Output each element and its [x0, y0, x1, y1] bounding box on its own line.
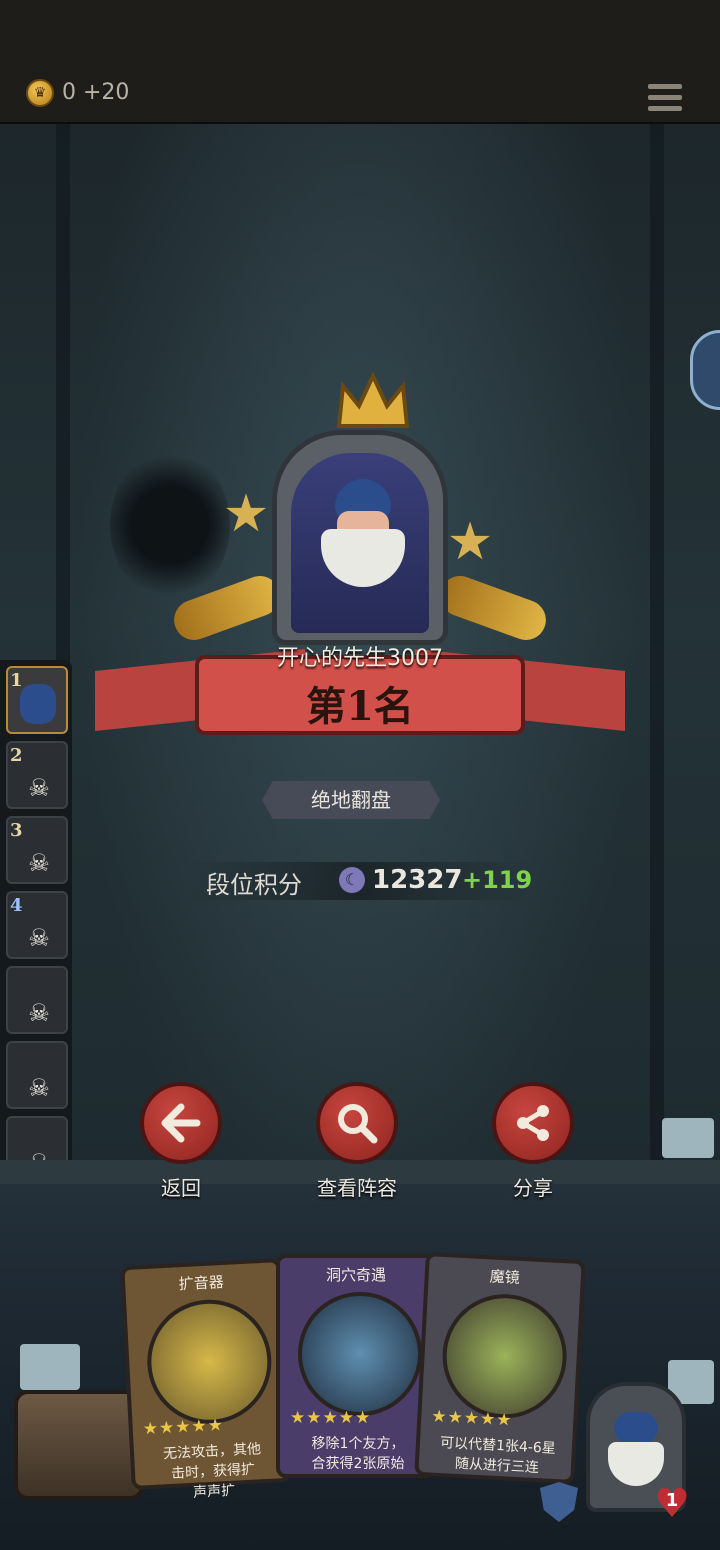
crown-icon [336, 372, 410, 428]
score-delta: +119 [462, 866, 533, 894]
menu-icon [648, 84, 682, 89]
magnifier-icon [338, 1104, 378, 1144]
share-button[interactable] [492, 1082, 574, 1164]
candles [662, 1118, 714, 1158]
score-value: 12327 [372, 865, 463, 895]
player-name: 开心的先生3007 [277, 646, 443, 671]
view-lineup-label: 查看阵容 [317, 1176, 397, 1200]
back-arrow-icon [161, 1103, 201, 1143]
back-label: 返回 [161, 1176, 201, 1200]
rank-slot[interactable]: 1 [6, 666, 68, 734]
rank-slot[interactable]: ☠ [6, 1041, 68, 1109]
card-art [144, 1296, 275, 1427]
view-lineup-button[interactable] [316, 1082, 398, 1164]
avatar [20, 684, 56, 724]
moon-icon: ☾ [339, 867, 365, 893]
coin-counter: 0 +20 [62, 80, 130, 105]
wall-crack [110, 450, 230, 600]
crown-coin-icon: ♛ [26, 79, 54, 107]
score-label: 段位积分 [206, 871, 302, 899]
star-icon: ★ [446, 512, 494, 572]
skull-icon: ☠ [28, 774, 50, 802]
top-bar [0, 0, 720, 124]
rank-label: 第1名 [306, 683, 414, 730]
rank-slot[interactable]: 4 ☠ [6, 891, 68, 959]
back-button[interactable] [140, 1082, 222, 1164]
star-icon: ★ [222, 484, 270, 544]
card-art [298, 1292, 422, 1416]
winner-portrait [272, 430, 448, 645]
card-art [439, 1291, 570, 1422]
treasure-chest[interactable] [14, 1390, 144, 1500]
rank-slot[interactable]: 2 ☠ [6, 741, 68, 809]
card-magic-mirror[interactable]: 魔镜 ★★★★★ 可以代替1张4-6星 随从进行三连 [414, 1251, 586, 1485]
skull-icon: ☠ [28, 924, 50, 952]
share-icon [517, 1105, 549, 1141]
share-label: 分享 [513, 1176, 553, 1200]
candles [20, 1344, 80, 1390]
lives-count: 1 [665, 1490, 679, 1511]
card-megaphone[interactable]: 扩音器 ★★★★★ 无法攻击，其他 击时，获得扩 声声扩 [120, 1257, 292, 1501]
beard [321, 529, 405, 587]
title-tag: 绝地翻盘 [262, 781, 440, 819]
menu-button[interactable] [648, 84, 682, 114]
skull-icon: ☠ [28, 999, 50, 1027]
rank-slot[interactable]: 3 ☠ [6, 816, 68, 884]
skull-icon: ☠ [28, 1074, 50, 1102]
skull-icon: ☠ [28, 849, 50, 877]
rank-slot[interactable]: ☠ [6, 966, 68, 1034]
card-cave-adventure[interactable]: 洞穴奇遇 ★★★★★ 移除1个友方， 合获得2张原始 [276, 1254, 436, 1478]
